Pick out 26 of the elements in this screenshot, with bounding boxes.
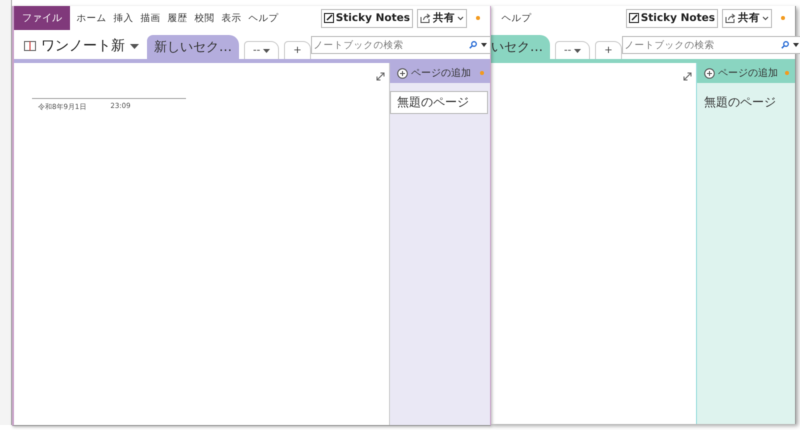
ribbon-tab[interactable]: 校閲 bbox=[191, 8, 218, 28]
section-tab[interactable]: 新しいセク… bbox=[147, 35, 239, 59]
ribbon-tab[interactable]: 表示 bbox=[218, 8, 245, 28]
notebook-dropdown[interactable]: ワンノート新 bbox=[14, 33, 147, 59]
section-tab[interactable]: いセク… bbox=[490, 35, 550, 59]
section-tab[interactable]: -- bbox=[555, 41, 590, 59]
ribbon-tab[interactable]: 描画 bbox=[137, 8, 164, 28]
ribbon-tab[interactable]: ホーム bbox=[73, 8, 110, 28]
page-item[interactable]: 無題のページ bbox=[390, 91, 488, 114]
search-field[interactable]: ノートブックの検索 bbox=[310, 36, 491, 54]
add-page-button[interactable]: ページの追加 bbox=[697, 63, 795, 83]
sticky-notes-button[interactable]: Sticky Notes bbox=[626, 8, 718, 28]
ribbon-tab[interactable]: ヘルプ bbox=[498, 8, 535, 28]
ribbon-tab[interactable]: 履歴 bbox=[164, 8, 191, 28]
section-tab[interactable]: -- bbox=[244, 41, 280, 59]
page-item[interactable]: 無題のページ bbox=[697, 91, 793, 114]
add-page-button[interactable]: ページの追加 bbox=[390, 63, 490, 83]
ribbon-tab[interactable]: 挿入 bbox=[110, 8, 137, 28]
ribbon-tab[interactable]: ヘルプ bbox=[245, 8, 282, 28]
sticky-notes-button[interactable]: Sticky Notes bbox=[320, 8, 413, 28]
share-button[interactable]: 共有 bbox=[722, 8, 772, 28]
share-button[interactable]: 共有 bbox=[417, 8, 467, 28]
search-field[interactable]: ノートブックの検索 bbox=[622, 36, 800, 54]
new-section-tab[interactable]: + bbox=[284, 41, 311, 59]
new-section-tab[interactable]: + bbox=[595, 41, 622, 59]
file-tab[interactable]: ファイル bbox=[14, 6, 70, 30]
